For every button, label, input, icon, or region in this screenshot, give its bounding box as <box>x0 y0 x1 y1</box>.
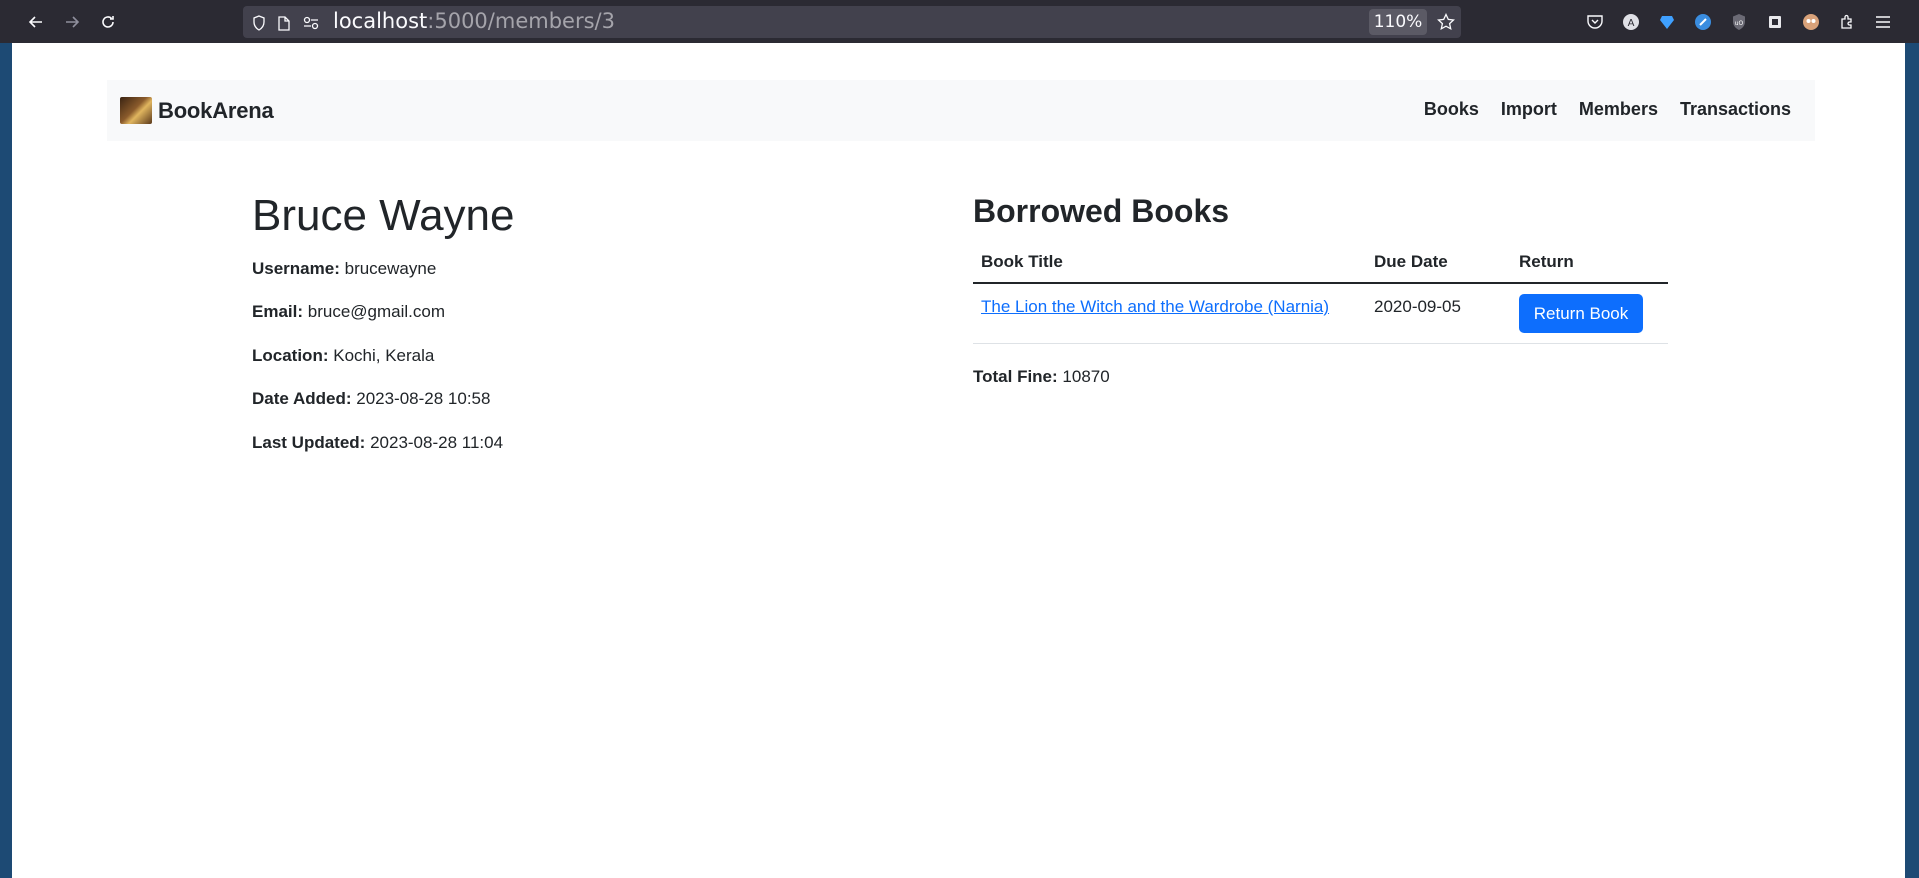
total-fine-label: Total Fine: <box>973 367 1058 386</box>
total-fine-value: 10870 <box>1062 367 1110 386</box>
due-date: 2020-09-05 <box>1374 297 1461 316</box>
url-text[interactable]: localhost:5000/members/3 <box>333 9 615 33</box>
borrowed-books-title: Borrowed Books <box>973 193 1230 229</box>
extensions-puzzle-icon[interactable] <box>1837 12 1857 32</box>
table-header: Book Title Due Date Return <box>973 243 1668 284</box>
page-viewport: BookArena Books Import Members Transacti… <box>12 43 1905 878</box>
detail-value: bruce@gmail.com <box>307 302 446 321</box>
reload-icon[interactable] <box>98 12 118 32</box>
page-icon[interactable] <box>276 15 292 31</box>
nav-link-transactions[interactable]: Transactions <box>1680 99 1791 120</box>
brand-name: BookArena <box>158 97 274 123</box>
account-icon[interactable]: A <box>1621 12 1641 32</box>
shield-icon[interactable] <box>251 15 267 31</box>
return-book-button[interactable]: Return Book <box>1519 294 1643 333</box>
column-header-book-title: Book Title <box>981 252 1063 271</box>
permissions-icon[interactable] <box>303 15 319 31</box>
nav-link-import[interactable]: Import <box>1501 99 1557 120</box>
detail-value: 2023-08-28 11:04 <box>370 433 504 452</box>
total-fine: Total Fine: 10870 <box>973 367 1110 387</box>
detail-value: Kochi, Kerala <box>333 346 435 365</box>
detail-last-updated: Last Updated: 2023-08-28 11:04 <box>252 433 503 453</box>
url-path: :5000/members/3 <box>427 9 615 33</box>
nav-link-books[interactable]: Books <box>1424 99 1479 120</box>
back-icon[interactable] <box>26 12 46 32</box>
detail-date-added: Date Added: 2023-08-28 10:58 <box>252 389 490 409</box>
ublock-shield-icon[interactable]: uO <box>1729 12 1749 32</box>
brand[interactable]: BookArena <box>120 97 274 124</box>
nav-links: Books Import Members Transactions <box>1424 99 1791 120</box>
detail-label: Date Added: <box>252 389 352 408</box>
gem-extension-icon[interactable] <box>1657 12 1677 32</box>
detail-label: Last Updated: <box>252 433 366 452</box>
detail-label: Username: <box>252 259 340 278</box>
brand-logo-icon <box>120 97 152 124</box>
detail-username: Username: brucewayne <box>252 259 436 279</box>
browser-toolbar: localhost:5000/members/3 110% A uO <box>0 0 1919 43</box>
member-name: Bruce Wayne <box>252 191 515 240</box>
url-bar[interactable]: localhost:5000/members/3 110% <box>243 6 1461 38</box>
bookmark-star-icon[interactable] <box>1437 12 1455 31</box>
detail-location: Location: Kochi, Kerala <box>252 346 434 366</box>
svg-text:uO: uO <box>1735 20 1744 27</box>
book-title-link[interactable]: The Lion the Witch and the Wardrobe (Nar… <box>981 297 1329 317</box>
detail-value: brucewayne <box>344 259 437 278</box>
url-host: localhost <box>333 9 428 33</box>
forward-icon[interactable] <box>62 12 82 32</box>
detail-label: Location: <box>252 346 329 365</box>
blue-extension-icon[interactable] <box>1693 12 1713 32</box>
cards-extension-icon[interactable] <box>1765 12 1785 32</box>
table-row: The Lion the Witch and the Wardrobe (Nar… <box>973 284 1668 344</box>
detail-label: Email: <box>252 302 304 321</box>
column-header-due-date: Due Date <box>1374 252 1448 271</box>
svg-text:A: A <box>1628 18 1635 29</box>
pocket-icon[interactable] <box>1585 12 1605 32</box>
avatar-extension-icon[interactable] <box>1801 12 1821 32</box>
top-navbar: BookArena Books Import Members Transacti… <box>107 80 1815 141</box>
borrowed-books-table: Book Title Due Date Return The Lion the … <box>973 243 1668 344</box>
window-edge <box>1905 43 1919 878</box>
detail-value: 2023-08-28 10:58 <box>356 389 491 408</box>
column-header-return: Return <box>1519 252 1574 271</box>
zoom-level[interactable]: 110% <box>1369 9 1427 35</box>
nav-link-members[interactable]: Members <box>1579 99 1658 120</box>
menu-icon[interactable] <box>1873 12 1893 32</box>
detail-email: Email: bruce@gmail.com <box>252 302 445 322</box>
